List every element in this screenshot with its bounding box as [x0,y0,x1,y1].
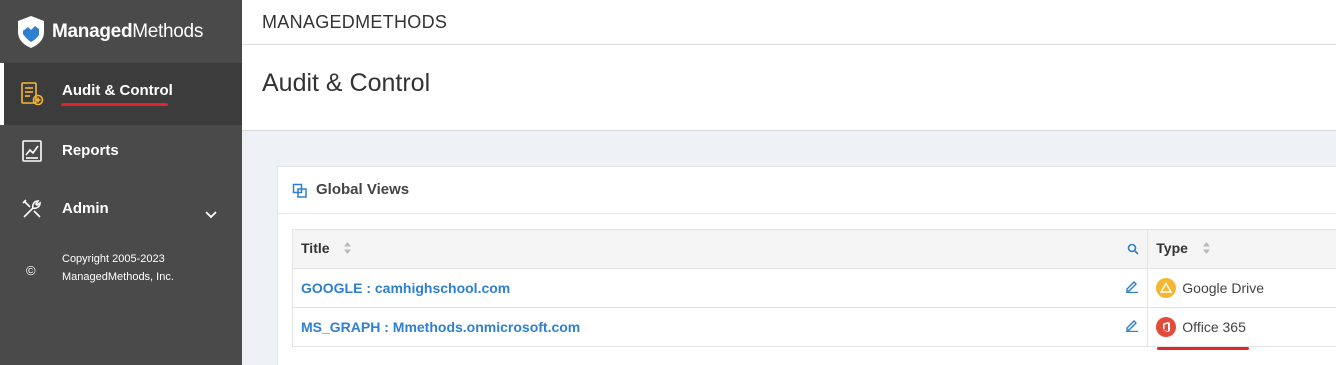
views-table: Title Type GOOGLE: camhighschool.com Go… [291,229,1336,350]
tools-icon [18,195,46,223]
highlight-underline [61,103,168,106]
sort-icon[interactable] [343,241,352,258]
copyright-line-2: ManagedMethods, Inc. [62,271,174,283]
sidebar-item-label: Audit & Control [62,82,173,99]
sidebar: ManagedMethods Audit & Control Reports A… [0,0,242,365]
title-cell: GOOGLE : camhighschool.com [291,268,1149,308]
copy-views-icon [292,183,308,204]
global-views-panel: Global Views Title Type GOOGLE: camhigh… [277,166,1336,365]
edit-icon[interactable] [1125,318,1139,335]
view-link[interactable]: MS_GRAPH : Mmethods.onmicrosoft.com [301,319,580,335]
brand-title: MANAGEDMETHODS [262,12,448,32]
type-value: Office 365 [1156,317,1336,337]
column-label: Title [301,240,330,257]
type-cell: Office 365 [1147,307,1336,350]
column-label: Type [1156,240,1188,257]
title-cell: MS_GRAPH : Mmethods.onmicrosoft.com [291,307,1149,347]
column-header-title[interactable]: Title [291,229,1149,269]
table-row: MS_GRAPH : Mmethods.onmicrosoft.com Offi… [291,307,1336,350]
page-title: Audit & Control [262,69,431,97]
sidebar-item-admin[interactable]: Admin [0,186,242,232]
copyright-icon: © [26,263,36,278]
google-drive-icon [1156,278,1177,298]
chevron-down-icon[interactable] [204,206,218,224]
sidebar-item-label: Reports [62,142,119,159]
type-value: Google Drive [1156,278,1336,298]
copyright-line-1: Copyright 2005-2023 [62,253,165,265]
copyright-text: Copyright 2005-2023 ManagedMethods, Inc. [62,250,174,286]
sidebar-item-reports[interactable]: Reports [0,128,242,174]
app-root: ManagedMethods Audit & Control Reports A… [0,0,1336,365]
office365-icon [1156,317,1177,337]
sort-icon[interactable] [1202,241,1211,258]
audit-icon [18,80,46,108]
type-cell: Google Drive [1147,268,1336,308]
logo-shield-icon [18,16,44,48]
table-row: GOOGLE : camhighschool.com Google Drive [291,268,1336,308]
type-label: Google Drive [1182,280,1264,296]
table-header-row: Title Type [291,229,1336,269]
sidebar-item-audit-control[interactable]: Audit & Control [0,63,242,125]
search-icon[interactable] [1127,242,1139,258]
type-label: Office 365 [1182,319,1246,335]
panel-header: Global Views [278,167,1336,214]
reports-icon [18,137,46,165]
top-header: MANAGEDMETHODS [242,0,1336,45]
panel-title: Global Views [316,181,410,198]
view-link[interactable]: GOOGLE : camhighschool.com [301,280,510,296]
logo[interactable]: ManagedMethods [16,14,203,50]
highlight-underline [1157,347,1250,350]
page-title-bar: Audit & Control [242,45,1336,131]
column-header-type[interactable]: Type [1147,229,1336,269]
edit-icon[interactable] [1125,279,1139,296]
sidebar-item-label: Admin [62,200,109,217]
logo-text: ManagedMethods [52,21,204,42]
